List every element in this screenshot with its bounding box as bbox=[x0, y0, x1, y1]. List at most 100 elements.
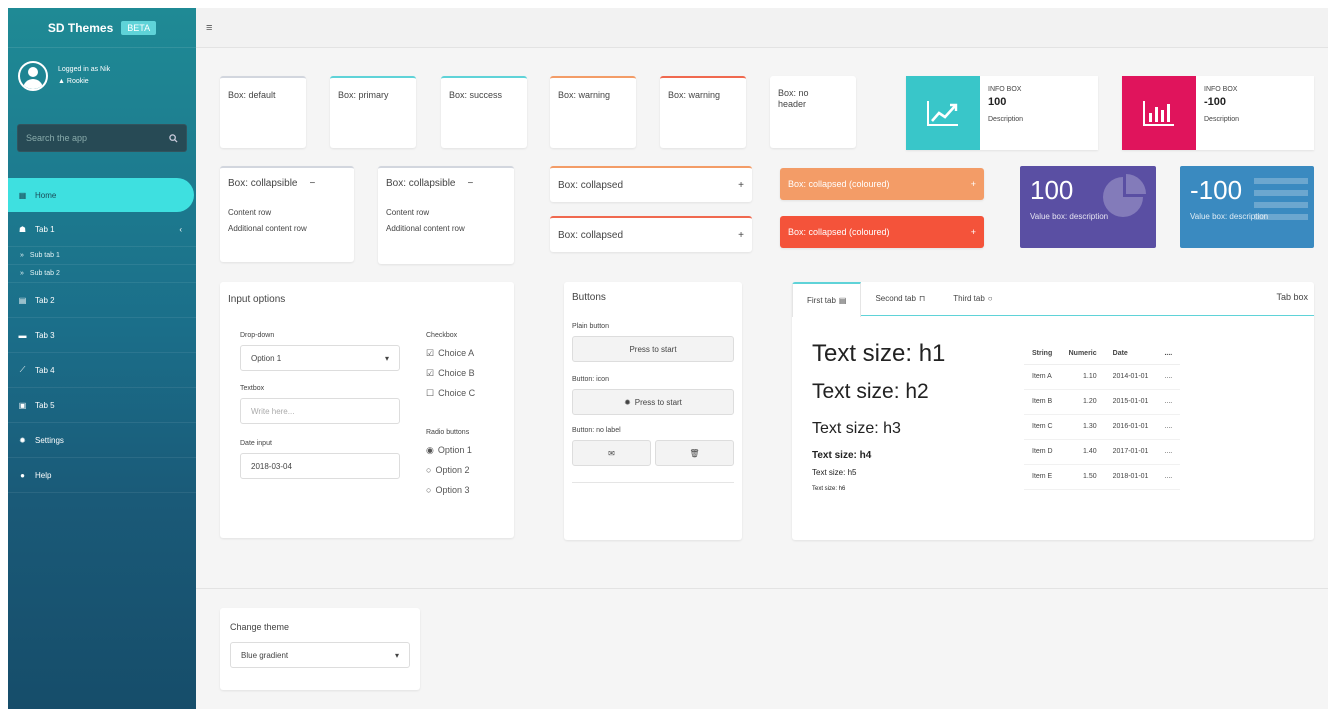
app-root: SD Themes BETA Logged in as Nik ▲ Rookie… bbox=[0, 0, 1328, 709]
sidebar-item-tab5[interactable]: ▣ Tab 5 bbox=[8, 388, 196, 423]
plus-icon[interactable]: + bbox=[738, 230, 744, 241]
gear-icon: ✹ bbox=[19, 435, 26, 445]
table-row: Item C 1.30 2016-01-01.... bbox=[1024, 414, 1181, 440]
radio-unselected-icon[interactable]: ○ bbox=[426, 485, 431, 495]
icon-button[interactable]: ✹ Press to start bbox=[572, 389, 734, 415]
checkbox-choice-b[interactable]: ☑ Choice B bbox=[426, 363, 506, 383]
chevron-left-icon: ‹ bbox=[179, 224, 182, 234]
sidebar-item-help[interactable]: ● Help bbox=[8, 458, 196, 493]
content-row: Content row bbox=[386, 208, 430, 217]
tab-second[interactable]: Second tab ⊓ bbox=[861, 282, 939, 315]
plus-icon[interactable]: + bbox=[971, 227, 976, 237]
sidebar-item-tab3[interactable]: ▬ Tab 3 bbox=[8, 318, 196, 353]
table-row: Item E 1.50 2018-01-01.... bbox=[1024, 464, 1181, 490]
table-cell: 2016-01-01 bbox=[1104, 414, 1157, 440]
checkbox-unchecked-icon[interactable]: ☐ bbox=[426, 388, 434, 399]
table-cell: Item D bbox=[1024, 439, 1061, 465]
theme-box: Change theme Blue gradient ▾ bbox=[220, 608, 420, 690]
minus-icon[interactable]: − bbox=[309, 178, 315, 189]
calendar-icon: ▣ bbox=[18, 400, 27, 410]
radio-selected-icon[interactable]: ◉ bbox=[426, 445, 434, 456]
box-primary: Box: primary bbox=[330, 76, 416, 148]
checkbox-checked-icon[interactable]: ☑ bbox=[426, 368, 434, 379]
table-icon: ▦ bbox=[18, 190, 27, 200]
user-role: Rookie bbox=[66, 78, 89, 85]
radio-option-1[interactable]: ◉ Option 1 bbox=[426, 440, 506, 460]
table-cell: .... bbox=[1156, 389, 1181, 415]
nolabel-button-label: Button: no label bbox=[572, 427, 621, 434]
content-row: Content row bbox=[228, 208, 272, 217]
box-warning-2: Box: warning bbox=[660, 76, 746, 148]
trash-icon: 🗑 bbox=[689, 448, 700, 458]
table-cell: 2015-01-01 bbox=[1104, 389, 1157, 415]
table-header: Date bbox=[1104, 344, 1157, 365]
file-icon: ▤ bbox=[838, 296, 847, 305]
table-cell: 1.50 bbox=[1060, 464, 1105, 490]
hamburger-icon[interactable]: ≡ bbox=[206, 22, 212, 34]
table-row: Item B 1.20 2015-01-01.... bbox=[1024, 389, 1181, 415]
textbox-input[interactable]: Write here... bbox=[240, 398, 400, 424]
checkbox-choice-a[interactable]: ☑ Choice A bbox=[426, 343, 506, 363]
circle-icon: ○ bbox=[987, 294, 993, 303]
sidebar-item-tab1[interactable]: ☗ Tab 1 ‹ bbox=[8, 212, 196, 247]
sidebar-item-subtab2[interactable]: » Sub tab 2 bbox=[8, 265, 196, 283]
sidebar-item-settings[interactable]: ✹ Settings bbox=[8, 423, 196, 458]
tab-third[interactable]: Third tab ○ bbox=[939, 282, 1006, 315]
checkbox-text: Choice A bbox=[438, 348, 475, 358]
radio-unselected-icon[interactable]: ○ bbox=[426, 465, 431, 475]
box-collapsible-2: Box: collapsible − Content row Additiona… bbox=[378, 166, 514, 264]
box-collapsible-1: Box: collapsible − Content row Additiona… bbox=[220, 166, 354, 262]
option-dropdown[interactable]: Option 1 ▾ bbox=[240, 345, 400, 371]
box-collapsed-coloured-1: Box: collapsed (coloured) + bbox=[780, 168, 984, 200]
heading-samples: Text size: h1 Text size: h2 Text size: h… bbox=[812, 340, 945, 498]
tab-first[interactable]: First tab ▤ bbox=[792, 282, 862, 317]
radio-option-3[interactable]: ○ Option 3 bbox=[426, 480, 506, 500]
envelope-icon: ✉ bbox=[608, 448, 615, 458]
table-cell: 2018-01-01 bbox=[1104, 464, 1157, 490]
plus-icon[interactable]: + bbox=[971, 179, 976, 189]
radio-text: Option 3 bbox=[435, 485, 470, 495]
data-table: String Numeric Date .... Item A 1.10 2014-… bbox=[1024, 344, 1181, 490]
date-label: Date input bbox=[240, 440, 272, 447]
box-collapsed-2: Box: collapsed + bbox=[550, 216, 752, 252]
sidebar-item-tab4[interactable]: ⟋ Tab 4 bbox=[8, 353, 196, 388]
bookmark-icon: ⊓ bbox=[918, 294, 926, 303]
search-icon[interactable] bbox=[169, 133, 178, 143]
search-input[interactable]: Search the app bbox=[17, 124, 187, 152]
envelope-button[interactable]: ✉ bbox=[572, 440, 651, 466]
tab-strip: First tab ▤ Second tab ⊓ Third tab ○ Tab… bbox=[792, 282, 1314, 317]
sidebar-item-subtab1[interactable]: » Sub tab 1 bbox=[8, 247, 196, 265]
table-cell: Item A bbox=[1024, 364, 1061, 390]
checkbox-text: Choice B bbox=[438, 368, 475, 378]
chevron-right-icon: » bbox=[20, 252, 24, 259]
info-box-desc: Description bbox=[1204, 116, 1240, 123]
box-title: Input options bbox=[228, 294, 286, 305]
box-title: Box: primary bbox=[338, 90, 389, 100]
checkbox-checked-icon[interactable]: ☑ bbox=[426, 348, 434, 359]
box-title: Box: collapsed bbox=[558, 179, 624, 191]
date-input[interactable]: 2018-03-04 bbox=[240, 453, 400, 479]
checkbox-choice-c[interactable]: ☐ Choice C bbox=[426, 383, 506, 403]
minus-icon[interactable]: − bbox=[467, 178, 473, 189]
textbox-placeholder: Write here... bbox=[251, 406, 295, 416]
content-divider bbox=[196, 588, 1328, 589]
table-row: Item A 1.10 2014-01-01.... bbox=[1024, 364, 1181, 390]
table-row: Item D 1.40 2017-01-01.... bbox=[1024, 439, 1181, 465]
theme-dropdown[interactable]: Blue gradient ▾ bbox=[230, 642, 410, 668]
info-box-icon bbox=[1122, 76, 1196, 150]
radio-option-2[interactable]: ○ Option 2 bbox=[426, 460, 506, 480]
textbox-label: Textbox bbox=[240, 385, 265, 392]
file-icon: ▤ bbox=[18, 295, 27, 305]
sidebar-item-tab2[interactable]: ▤ Tab 2 bbox=[8, 283, 196, 318]
sidebar-item-label: Tab 2 bbox=[35, 295, 55, 305]
chart-line-icon: ⟋ bbox=[19, 365, 26, 374]
box-no-header: Box: no header bbox=[770, 76, 856, 148]
theme-value: Blue gradient bbox=[241, 650, 289, 660]
plain-button[interactable]: Press to start bbox=[572, 336, 734, 362]
user-panel: Logged in as Nik ▲ Rookie bbox=[8, 48, 196, 104]
trash-button[interactable]: 🗑 bbox=[655, 440, 734, 466]
sidebar-item-home[interactable]: ▦ Home bbox=[8, 178, 194, 212]
box-title-2: header bbox=[778, 99, 807, 109]
gear-icon: ✹ bbox=[624, 397, 631, 407]
plus-icon[interactable]: + bbox=[738, 180, 744, 191]
